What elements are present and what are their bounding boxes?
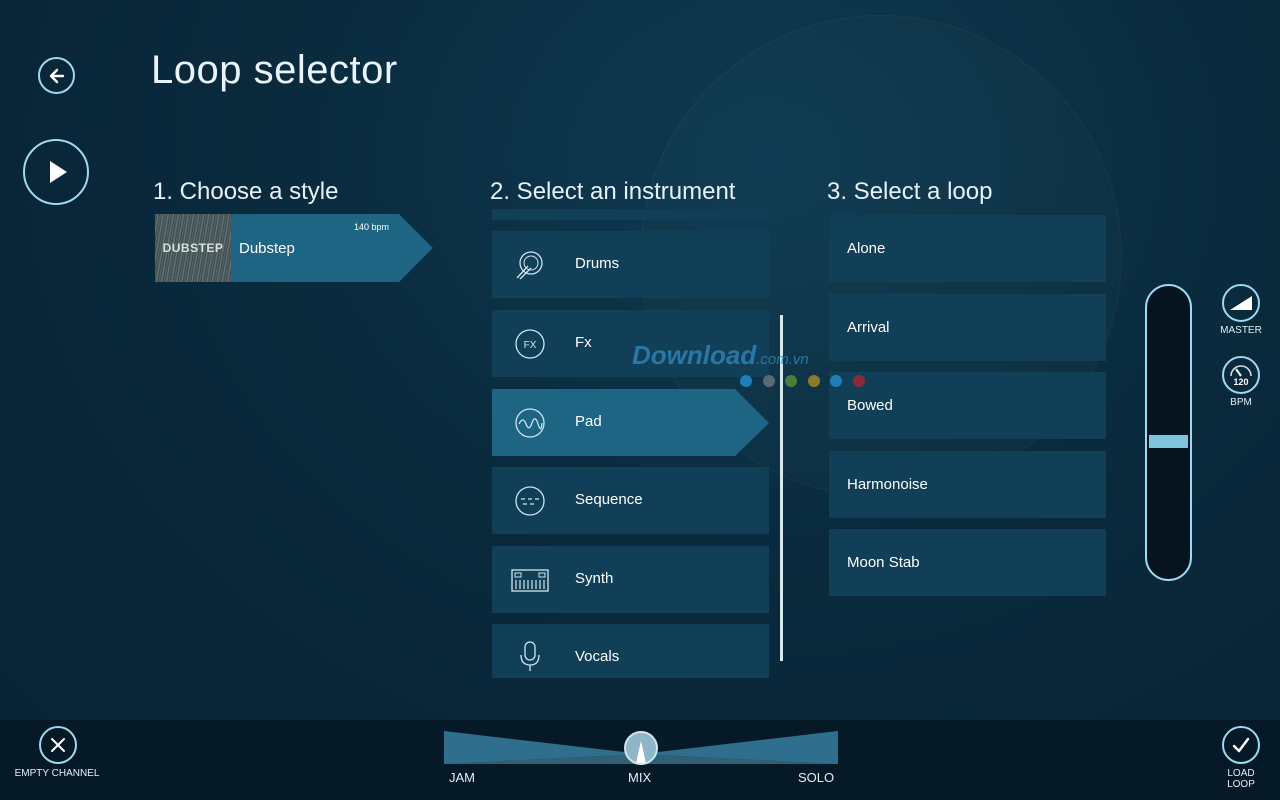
instrument-item-synth[interactable]: Synth [492,546,769,613]
master-button[interactable] [1222,284,1260,322]
instrument-item-vocals[interactable]: Vocals [492,624,769,678]
style-card-dubstep[interactable]: DUBSTEP Dubstep 140 bpm [155,214,433,282]
back-button[interactable] [38,57,75,94]
loop-label: Moon Stab [847,554,920,571]
loop-label: Arrival [847,319,890,336]
crossfader-knob-icon [636,741,646,763]
loop-item-moon-stab[interactable]: Moon Stab [829,529,1106,596]
mix-crossfader-knob[interactable] [624,731,658,765]
instrument-item-drums[interactable]: Drums [492,231,769,298]
load-loop-label: LOAD LOOP [1211,768,1271,790]
watermark-dot [807,375,820,387]
sequence-icon [515,486,545,516]
instrument-label: Pad [575,413,602,430]
watermark-suffix: .com.vn [756,351,809,368]
empty-channel-label: EMPTY CHANNEL [14,768,100,779]
instrument-label: Vocals [575,648,620,665]
pad-icon [515,408,545,438]
master-label: MASTER [1220,325,1262,336]
instrument-label: Sequence [575,491,643,508]
loop-item-alone[interactable]: Alone [829,215,1106,282]
volume-slider-handle[interactable] [1149,435,1188,448]
microphone-icon [520,641,540,671]
play-icon [50,161,67,183]
instrument-label: Drums [575,255,620,272]
bpm-value: 120 [1233,377,1249,387]
instrument-label: Fx [575,334,592,351]
loop-item-harmonoise[interactable]: Harmonoise [829,451,1106,518]
bpm-button[interactable]: 120 [1222,356,1260,394]
drums-icon [516,251,543,280]
watermark-dot [830,375,842,387]
master-volume-icon [1230,296,1252,310]
page-title: Loop selector [151,48,398,92]
style-name: Dubstep [239,240,295,257]
style-bpm: 140 bpm [354,222,390,232]
style-card-body: Dubstep 140 bpm [231,214,433,282]
loop-label: Bowed [847,397,893,414]
loop-label: Alone [847,240,886,257]
synth-keyboard-icon [511,569,549,592]
watermark-dot [762,375,775,387]
bpm-label: BPM [1230,397,1252,408]
watermark-dot [852,375,865,387]
mix-label-solo: SOLO [798,770,835,785]
close-x-icon [51,738,65,752]
watermark-logo: Download.com.vn [632,340,809,371]
empty-channel-button[interactable] [39,726,77,764]
instrument-column-title: 2. Select an instrument [490,178,736,205]
load-loop-label-line2: LOOP [1227,779,1255,790]
loop-column-title: 3. Select a loop [827,178,993,205]
watermark-dot [785,375,797,387]
loop-label: Harmonoise [847,476,928,493]
instrument-item-sequence[interactable]: Sequence [492,467,769,534]
loop-item-bowed[interactable]: Bowed [829,372,1106,439]
volume-slider[interactable] [1145,284,1192,581]
loop-item-arrival[interactable]: Arrival [829,294,1106,361]
checkmark-icon [1232,737,1250,753]
fx-icon: FX [515,329,545,359]
instrument-list[interactable]: Drums FX Fx Pad Sequence Synth Vocals [492,209,770,678]
back-arrow-icon [49,68,64,83]
mix-label-jam: JAM [449,770,475,785]
style-thumbnail-text: DUBSTEP [162,241,224,255]
svg-text:FX: FX [524,340,537,351]
instrument-label: Synth [575,570,614,587]
mix-label-mix: MIX [628,770,652,785]
load-loop-label-line1: LOAD [1227,768,1255,779]
instrument-item-pad[interactable]: Pad [492,389,769,456]
watermark-text: Download [632,340,757,370]
load-loop-button[interactable] [1222,726,1260,764]
play-button[interactable] [23,139,89,205]
watermark-dot [740,375,752,387]
style-column-title: 1. Choose a style [153,178,339,205]
instrument-item-partial [492,209,769,220]
style-thumbnail: DUBSTEP [155,214,231,282]
